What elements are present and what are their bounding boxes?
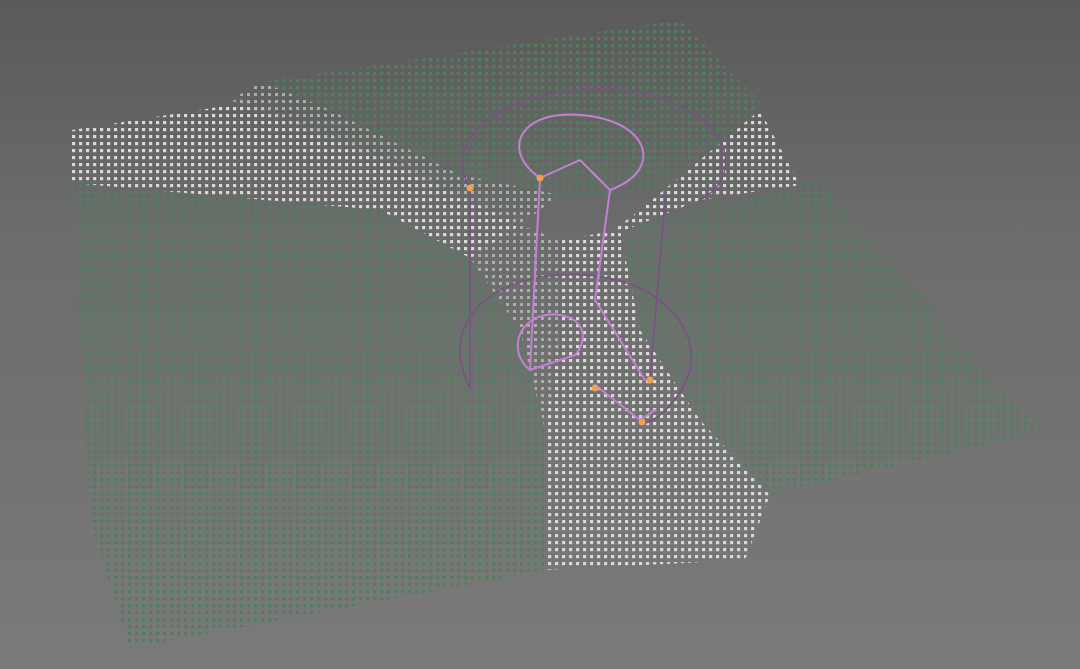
control-point[interactable] [646,376,654,384]
viewport-canvas[interactable] [0,0,1080,669]
control-point[interactable] [638,418,646,426]
3d-viewport[interactable] [0,0,1080,669]
control-point[interactable] [536,174,544,182]
control-point[interactable] [466,184,474,192]
control-point[interactable] [591,384,599,392]
